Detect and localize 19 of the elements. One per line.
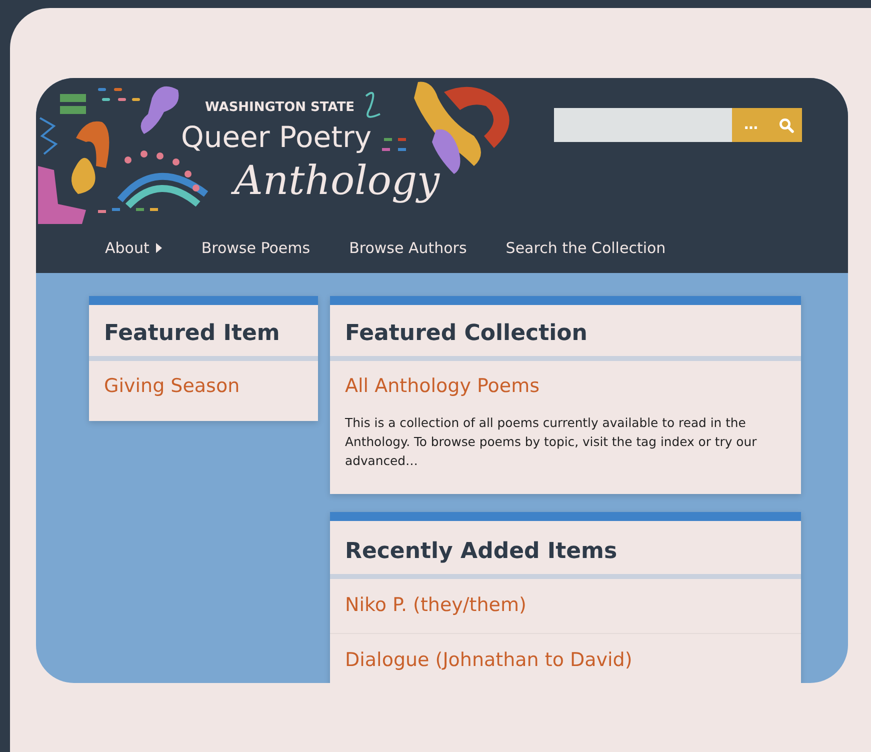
collection-description: This is a collection of all poems currently available to read in the Anthology. To browse poems by topic, visit the tag index or try our advanced… <box>345 414 758 470</box>
panel-heading: Recently Added Items <box>330 521 801 579</box>
logo-subtitle: WASHINGTON STATE <box>205 100 355 115</box>
recent-item-link[interactable]: Dialogue (Johnathan to David) <box>345 649 632 671</box>
caret-icon <box>156 243 162 253</box>
nav-link[interactable]: Browse Poems <box>201 239 310 257</box>
search-icon <box>778 118 794 132</box>
search-options-button[interactable]: … <box>732 108 770 142</box>
panel-heading: Featured Item <box>89 305 318 361</box>
nav-link[interactable]: Search the Collection <box>506 239 666 257</box>
search-button[interactable] <box>770 108 802 142</box>
logo-title: Queer Poetry <box>181 120 372 154</box>
nav-link[interactable]: About <box>105 239 162 257</box>
nav-link[interactable]: Browse Authors <box>349 239 467 257</box>
recent-item-link[interactable]: Niko P. (they/them) <box>345 594 526 616</box>
search-field[interactable] <box>554 108 732 142</box>
featured-item-link[interactable]: Giving Season <box>104 375 240 397</box>
panel-heading: Featured Collection <box>330 305 801 361</box>
collection-link[interactable]: All Anthology Poems <box>345 375 540 397</box>
